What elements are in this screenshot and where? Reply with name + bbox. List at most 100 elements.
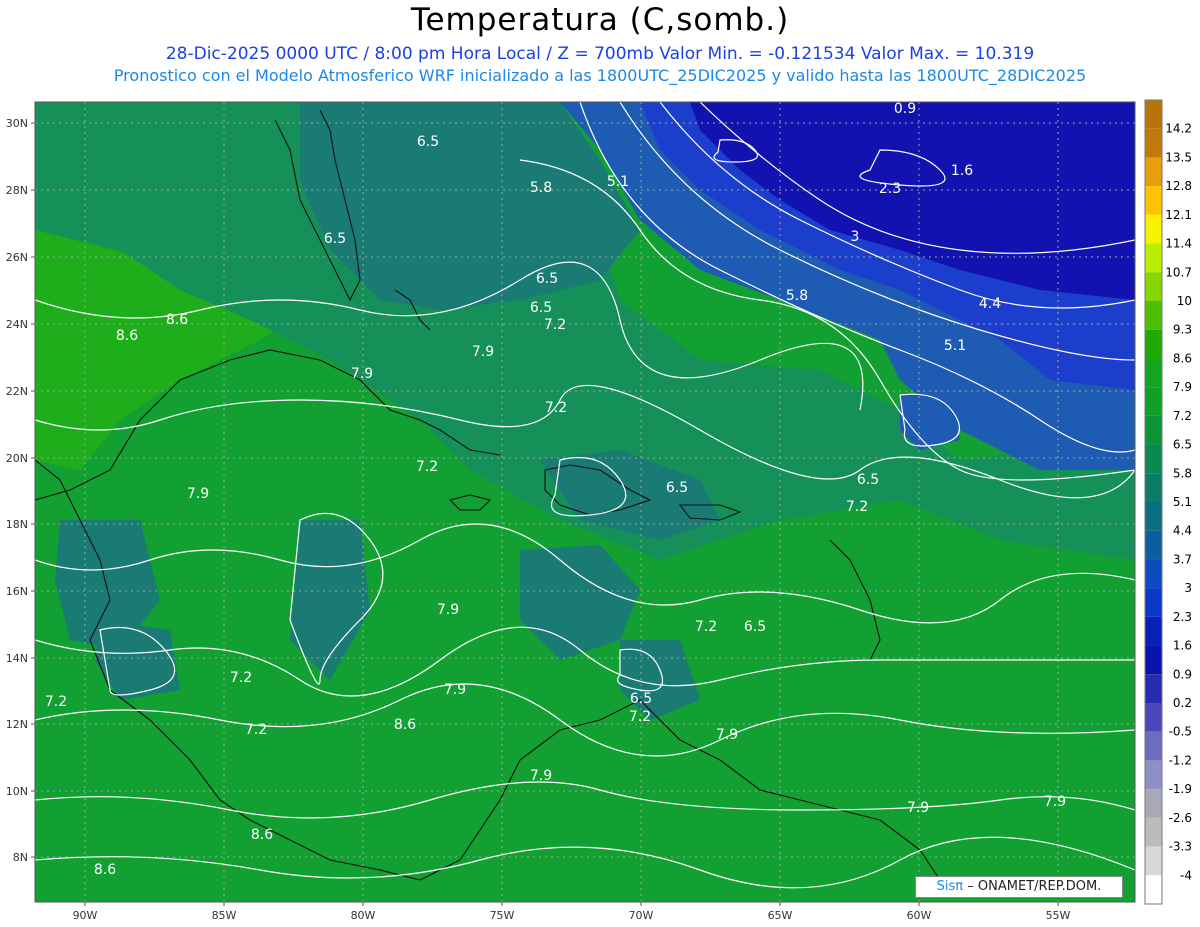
lat-tick-label: 22N [6,385,28,398]
colorbar-cell [1145,157,1162,187]
colorbar-cell [1145,703,1162,732]
contour-value-label: 6.5 [630,691,652,707]
colorbar-cell [1145,846,1162,876]
contour-value-label: 7.2 [245,722,267,738]
lat-tick-label: 16N [6,585,28,598]
contour-value-label: 7.9 [437,602,459,618]
colorbar-label: 7.2 [1173,409,1192,423]
colorbar-label: 6.5 [1173,438,1192,452]
colorbar-label: 12.8 [1165,179,1192,193]
lat-tick-label: 10N [6,785,28,798]
lon-tick-label: 90W [73,909,98,922]
contour-value-label: 7.2 [45,694,67,710]
contour-value-label: 6.5 [417,134,439,150]
contour-value-label: 5.8 [530,180,552,196]
contour-value-label: 5.1 [944,338,966,354]
lat-tick-label: 8N [13,851,28,864]
lat-tick-label: 20N [6,452,28,465]
lat-tick-label: 24N [6,318,28,331]
contour-value-label: 7.9 [351,366,373,382]
lat-tick-label: 18N [6,518,28,531]
contour-value-label: 4.4 [979,296,1001,312]
contour-value-label: 7.2 [230,670,252,686]
temperature-field [35,102,1135,902]
colorbar-label: 13.5 [1165,150,1192,164]
contour-value-label: 8.6 [116,328,138,344]
contour-value-label: 7.2 [695,619,717,635]
contour-value-label: 7.9 [187,486,209,502]
colorbar-cell [1145,502,1162,531]
colorbar-label: 7.9 [1173,380,1192,394]
colorbar-cell [1145,588,1162,617]
colorbar-label: -0.5 [1169,725,1192,739]
colorbar-cell [1145,214,1162,244]
colorbar-label: 14.2 [1165,122,1192,136]
lon-tick-label: 55W [1046,909,1071,922]
colorbar-label: -3.3 [1169,840,1192,854]
lon-tick-label: 60W [907,909,932,922]
contour-value-label: 6.5 [536,271,558,287]
colorbar-label: -1.2 [1169,753,1192,767]
colorbar-label: 3.7 [1173,552,1192,566]
colorbar-label: 2.3 [1173,610,1192,624]
colorbar-cell [1145,272,1162,301]
contour-value-label: 0.9 [894,101,916,117]
contour-value-label: 7.9 [530,768,552,784]
lat-tick-label: 14N [6,652,28,665]
sispi-logo-text: Sisπ [936,879,964,894]
colorbar-cell [1145,444,1162,474]
contour-value-label: 8.6 [394,717,416,733]
lon-tick-label: 65W [768,909,793,922]
colorbar-cell [1145,760,1162,790]
contour-value-label: 7.9 [907,800,929,816]
colorbar-cell [1145,100,1162,129]
colorbar-label: 8.6 [1173,351,1192,365]
contour-value-label: 7.9 [444,682,466,698]
lat-tick-label: 26N [6,251,28,264]
colorbar-label: 9.3 [1173,323,1192,337]
contour-value-label: 7.9 [472,344,494,360]
colorbar-cell [1145,329,1162,359]
colorbar-cell [1145,559,1162,589]
colorbar-cell [1145,186,1162,215]
colorbar-label: 12.1 [1165,208,1192,222]
colorbar-label: 11.4 [1165,237,1192,251]
colorbar-label: -2.6 [1169,811,1192,825]
colorbar-cell [1145,616,1162,646]
lon-tick-label: 70W [629,909,654,922]
colorbar-cell [1145,243,1162,273]
contour-value-label: 7.9 [1044,794,1066,810]
colorbar-cell [1145,674,1162,703]
contour-value-label: 6.5 [744,619,766,635]
colorbar-cell [1145,789,1162,818]
contour-value-label: 1.6 [951,163,973,179]
colorbar-label: -1.9 [1169,782,1192,796]
contour-value-label: 2.3 [879,181,901,197]
contour-value-label: 7.2 [544,317,566,333]
colorbar-cell [1145,875,1162,904]
colorbar-cell [1145,415,1162,445]
contour-value-label: 5.1 [607,174,629,190]
contour-value-label: 7.2 [416,459,438,475]
contour-value-label: 7.2 [629,709,651,725]
colorbar-cell [1145,358,1162,388]
contour-value-label: 7.2 [545,400,567,416]
contour-value-label: 6.5 [857,472,879,488]
lon-tick-label: 80W [351,909,376,922]
lon-tick-label: 85W [212,909,237,922]
colorbar-cell [1145,301,1162,330]
credit-box: Sisπ – ONAMET/REP.DOM. [915,876,1123,898]
colorbar-label: 4.4 [1173,524,1192,538]
contour-value-label: 8.6 [251,827,273,843]
colorbar-cell [1145,817,1162,847]
colorbar-label: 5.8 [1173,466,1192,480]
colorbar-label: 0.9 [1173,667,1192,681]
contour-value-label: 6.5 [666,480,688,496]
contour-value-label: 6.5 [530,300,552,316]
onamet-credit: – ONAMET/REP.DOM. [967,879,1102,894]
colorbar-label: 0.2 [1173,696,1192,710]
lat-tick-label: 12N [6,718,28,731]
contour-value-label: 8.6 [166,312,188,328]
contour-value-label: 6.5 [324,231,346,247]
colorbar-cell [1145,645,1162,675]
